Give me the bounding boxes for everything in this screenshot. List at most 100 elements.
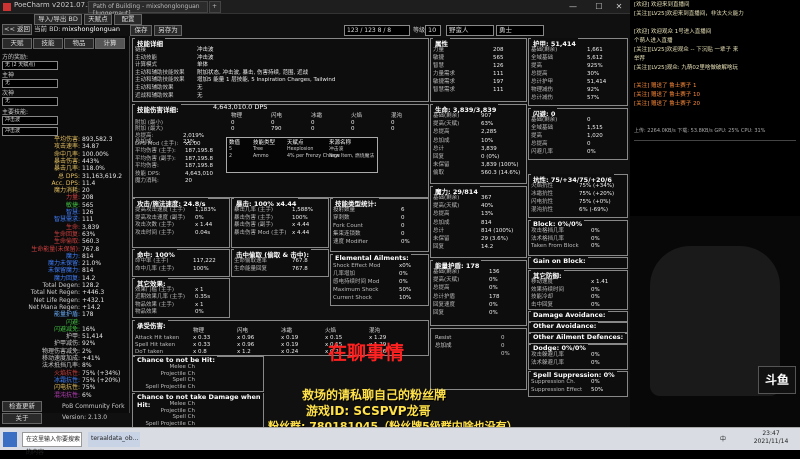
other-avoid-section[interactable]: Other Avoidance: [528,322,628,333]
row-value: 111 [493,87,504,93]
stat-label: 生命能量(未保留): [31,245,80,253]
row-label: 智慧需求 [433,87,456,93]
chat-message: [关注][LV25]观众: 九萌02里啥做破解啥玩 [634,65,738,71]
row-label: 魔力消耗: [135,178,159,184]
damage-row-value: 0 [391,119,395,126]
row-value: 117,222 [193,258,216,264]
stat-value: 3,839 [82,223,100,231]
taken-row-label: Attack Hit taken [135,335,180,341]
stat-label: 智慧: [65,209,80,216]
about-button[interactable]: 关于 [2,413,42,424]
row-label: 总提高 [433,285,450,292]
resist-section: 抗性: 75/+34/75/+20/6 火焰抗性 75% (+34%) 冰霜抗性 75… [528,174,628,218]
stat-label: 智慧需求: [53,216,80,224]
stat-value: 6% [82,391,92,399]
damage-row-value: 0 [351,119,355,126]
row-value: 10% [399,295,412,301]
lang-indicator[interactable]: 中 [720,432,734,447]
import-export-button[interactable]: 导入/导出 BD [34,14,82,25]
chat-message: 举荐 [634,56,646,62]
row-value: 0% [591,294,600,300]
stat-value: 75% (+20%) [82,376,121,384]
stat-label: 移动速度加成: [41,355,80,362]
pantheon-major-select[interactable]: 无 [2,79,58,88]
tab-build[interactable]: Path of Building - mixshonglonguan [Jugg… [88,1,208,17]
tab-skills[interactable]: 技能 [33,38,63,49]
other-ailment-section[interactable]: Other Ailment Defences: [528,333,628,344]
stat-label: 敏捷: [65,201,80,209]
notes-button[interactable]: 天赋点 [84,14,112,25]
skill-part-select[interactable]: 冲击波 [2,127,58,136]
stat-value: 565 [82,201,94,209]
main-skill-select[interactable]: 冲击波 [2,116,58,125]
skill-type-section: 技能类型统计: 投射数量 6 穿刺数 0 Fork Count 0 集束连锁数 0 速度 Mod… [330,198,429,252]
row-value: 0 [587,117,591,123]
row-value: 767.8 [292,258,308,264]
stat-label: 冰霜抗性: [53,376,80,384]
row-label: 总提高 [433,129,450,136]
level-input[interactable]: 10 [425,25,441,36]
row-label: 生命能量回复 [234,265,268,272]
taken-col-header: 混沌 [369,328,381,334]
row-value: 冲击波 [197,54,214,61]
row-value: 无 [197,85,203,91]
pantheon-minor-select[interactable]: 无 [2,97,58,106]
resist-value: 0 [501,335,505,341]
row-value: 29 (3.6%) [481,236,509,242]
chat-message: [欢迎] 欢迎观众 1号进入直播间 [634,29,712,35]
start-icon[interactable] [3,432,17,447]
stat-value: +446.3 [82,289,105,297]
stat-value: 14.2 [82,274,96,282]
row-value: 0% [587,149,596,155]
row-label: 攻击格挡几率 [531,228,565,234]
tab-calcs[interactable]: 计算 [95,38,125,49]
row-value: 1,661 [587,47,603,53]
stat-label: 物理伤害减免: [41,347,80,355]
config-button[interactable]: 配置 [114,14,142,25]
class-select[interactable]: 野蛮人 [446,25,494,36]
stat-value: 100.00% [82,150,109,158]
not-damage-section: Chance to not take Damage when Hit: Mele… [132,393,264,429]
taskbar-app[interactable]: teraaldata_ob... [88,432,140,447]
stat-value: 560.3 [82,238,100,246]
back-button[interactable]: << 返回 [2,24,32,35]
row-label: 提高 [531,133,543,139]
tooltip-cell: Tree [253,147,263,152]
stat-value: 8% [82,362,92,370]
row-value: 197 [493,79,504,85]
bandit-select[interactable]: 无 (2 天赋点) [2,61,58,70]
tab-tree[interactable]: 天赋 [2,38,32,49]
row-value: 30% [587,71,600,77]
fork-label: PoB Community Fork [62,403,125,410]
stat-label: 魔力: [65,252,80,260]
row-value: 0% [489,301,498,308]
save-button[interactable]: 保存 [130,25,152,36]
damage-avoid-section[interactable]: Damage Avoidance: [528,311,628,322]
row-value: 无 [197,92,203,99]
stat-value: 31,163,619.2 [82,172,123,180]
taskbar-search[interactable]: 在这里输入你要搜索的内容 [22,432,82,456]
stat-value: 126 [82,209,94,216]
save-as-button[interactable]: 另存为 [154,25,182,36]
close-button[interactable]: ✕ [606,0,632,14]
ascendancy-select[interactable]: 勇士 [496,25,544,36]
damage-detail-title: 技能伤害详细: [135,104,181,114]
row-label: 命中率 (主手) [135,258,169,264]
other-ailment-title: Other Ailment Defences: [531,333,626,341]
taken-row-value: x 0.96 [237,342,255,348]
row-value: 1,020 [587,133,603,139]
check-update-button[interactable]: 检查更新 [2,401,42,412]
row-label: 冰霜抗性 [531,191,554,197]
stat-value: 118.0% [82,165,105,173]
minimize-button[interactable]: — [560,0,586,14]
tab-items[interactable]: 物品 [64,38,94,49]
stat-value: 814 [82,267,94,275]
row-label: 基础(剩余) [433,195,460,201]
pantheon-major-label: 主神 [2,72,15,79]
stat-label: 闪电抗性: [53,384,80,392]
tab-add-button[interactable]: + [209,1,221,13]
row-label: 敏捷需求 [433,79,456,85]
stat-label: Total Net Regen: [30,289,80,297]
hit-section: 命中: 100% 命中率 (主手) 117,222 命中几率 (主手) 100% [132,249,230,277]
row-label: Suppression Ch. [531,379,576,385]
